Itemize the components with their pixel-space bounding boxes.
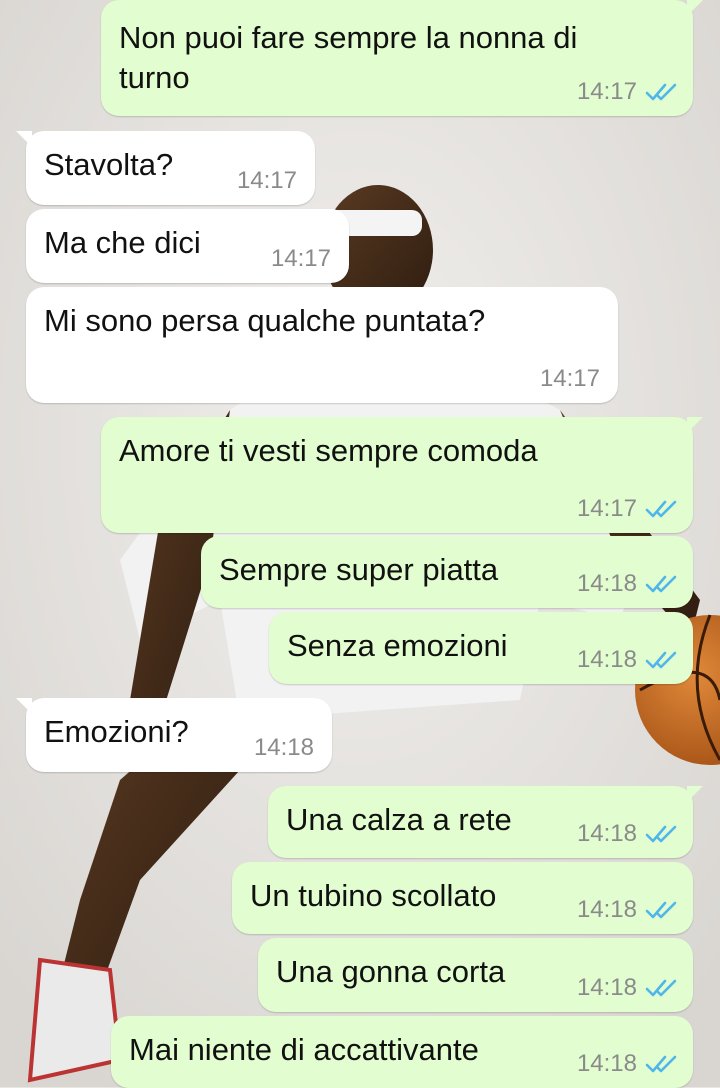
message-text: Un tubino scollato: [250, 878, 497, 913]
message-bubble-outgoing[interactable]: Senza emozioni 14:18: [269, 612, 693, 684]
read-ticks-icon: [645, 979, 677, 997]
message-text: Non puoi fare sempre la nonna di turno: [119, 20, 578, 95]
read-ticks-icon: [645, 500, 677, 518]
message-time: 14:18: [576, 570, 637, 597]
message-text: Stavolta?: [44, 147, 174, 182]
message-text: Mi sono persa qualche puntata?: [44, 303, 486, 338]
read-ticks-icon: [645, 575, 677, 593]
bubble-tail-icon: [687, 786, 703, 802]
read-ticks-icon: [645, 825, 677, 843]
message-text: Sempre super piatta: [219, 552, 499, 587]
message-text: Senza emozioni: [287, 628, 508, 663]
message-bubble-outgoing[interactable]: Amore ti vesti sempre comoda 14:17: [101, 417, 703, 533]
message-time: 14:18: [253, 734, 314, 761]
message-time: 14:17: [236, 167, 297, 194]
message-bubble-outgoing[interactable]: Mai niente di accattivante 14:18: [111, 1016, 693, 1088]
message-bubble-incoming[interactable]: Emozioni? 14:18: [16, 698, 332, 772]
read-ticks-icon: [645, 651, 677, 669]
message-time: 14:18: [576, 646, 637, 673]
message-time: 14:17: [576, 495, 637, 522]
bubble-tail-icon: [16, 698, 32, 714]
message-time: 14:18: [576, 820, 637, 847]
message-text: Una gonna corta: [276, 954, 506, 989]
message-time: 14:17: [576, 78, 637, 105]
bubble-tail-icon: [16, 131, 32, 147]
message-bubble-outgoing[interactable]: Un tubino scollato 14:18: [232, 862, 693, 934]
message-bubble-outgoing[interactable]: Una calza a rete 14:18: [268, 786, 703, 858]
read-ticks-icon: [645, 901, 677, 919]
read-ticks-icon: [645, 83, 677, 101]
message-time: 14:17: [539, 365, 600, 392]
message-bubble-incoming[interactable]: Ma che dici 14:17: [26, 209, 349, 283]
message-text: Una calza a rete: [286, 802, 512, 837]
bubble-tail-icon: [687, 417, 703, 433]
message-time: 14:18: [576, 1050, 637, 1077]
message-bubble-outgoing[interactable]: Una gonna corta 14:18: [258, 938, 693, 1012]
message-time: 14:18: [576, 974, 637, 1001]
message-text: Mai niente di accattivante: [129, 1032, 479, 1067]
message-bubble-incoming[interactable]: Mi sono persa qualche puntata? 14:17: [26, 287, 618, 403]
message-time: 14:18: [576, 896, 637, 923]
message-time: 14:17: [270, 245, 331, 272]
bubble-tail-icon: [687, 0, 703, 16]
message-text: Ma che dici: [44, 225, 201, 260]
message-text: Emozioni?: [44, 714, 189, 749]
message-bubble-outgoing[interactable]: Non puoi fare sempre la nonna di turno 1…: [101, 0, 703, 116]
message-bubble-incoming[interactable]: Stavolta? 14:17: [16, 131, 315, 205]
message-text: Amore ti vesti sempre comoda: [119, 433, 538, 468]
read-ticks-icon: [645, 1055, 677, 1073]
message-bubble-outgoing[interactable]: Sempre super piatta 14:18: [201, 536, 693, 608]
